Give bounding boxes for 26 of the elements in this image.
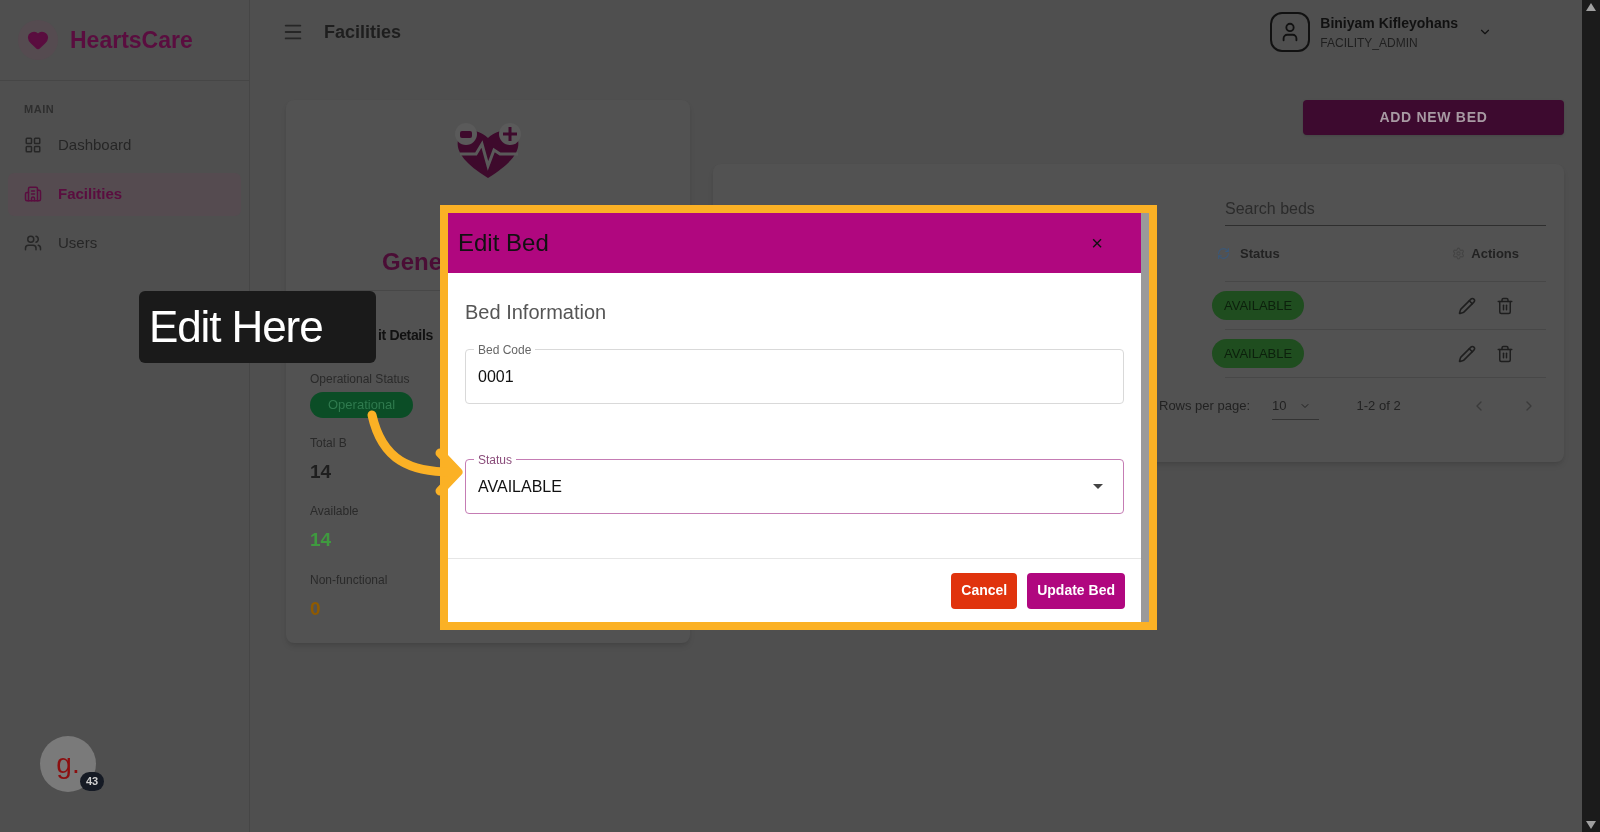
dropdown-caret-icon <box>1093 484 1103 489</box>
window-scrollbar[interactable] <box>1582 0 1600 832</box>
callout-text: Edit Here <box>149 301 323 353</box>
section-title: it Details <box>378 326 433 345</box>
heart-pulse-logo-icon <box>452 122 524 180</box>
sidebar-item[interactable]: Facilities <box>8 172 241 216</box>
brand-name: HeartsCare <box>70 25 193 55</box>
scroll-up-icon[interactable] <box>1585 2 1597 12</box>
facility-heading: Gene <box>382 247 443 277</box>
dialog-title: Edit Bed <box>458 228 549 258</box>
add-bed-button[interactable]: ADD NEW BED <box>1303 100 1564 135</box>
edit-icon[interactable] <box>1458 344 1476 363</box>
close-button[interactable]: × <box>1091 228 1103 258</box>
user-name: Biniyam Kifleyohans <box>1320 13 1458 33</box>
delete-icon[interactable] <box>1496 296 1514 315</box>
update-button[interactable]: Update Bed <box>1027 572 1125 609</box>
delete-icon[interactable] <box>1496 344 1514 363</box>
stat-value: 0 <box>310 596 321 621</box>
section-title: Bed Information <box>465 300 608 325</box>
heart-logo-icon <box>18 20 58 60</box>
cancel-button[interactable]: Cancel <box>951 572 1018 609</box>
edit-icon[interactable] <box>1458 296 1476 315</box>
stat-value: 14 <box>310 528 332 552</box>
scroll-down-icon[interactable] <box>1585 820 1597 830</box>
avatar-icon[interactable] <box>1270 12 1311 52</box>
notification-badge: 43 <box>80 772 105 791</box>
